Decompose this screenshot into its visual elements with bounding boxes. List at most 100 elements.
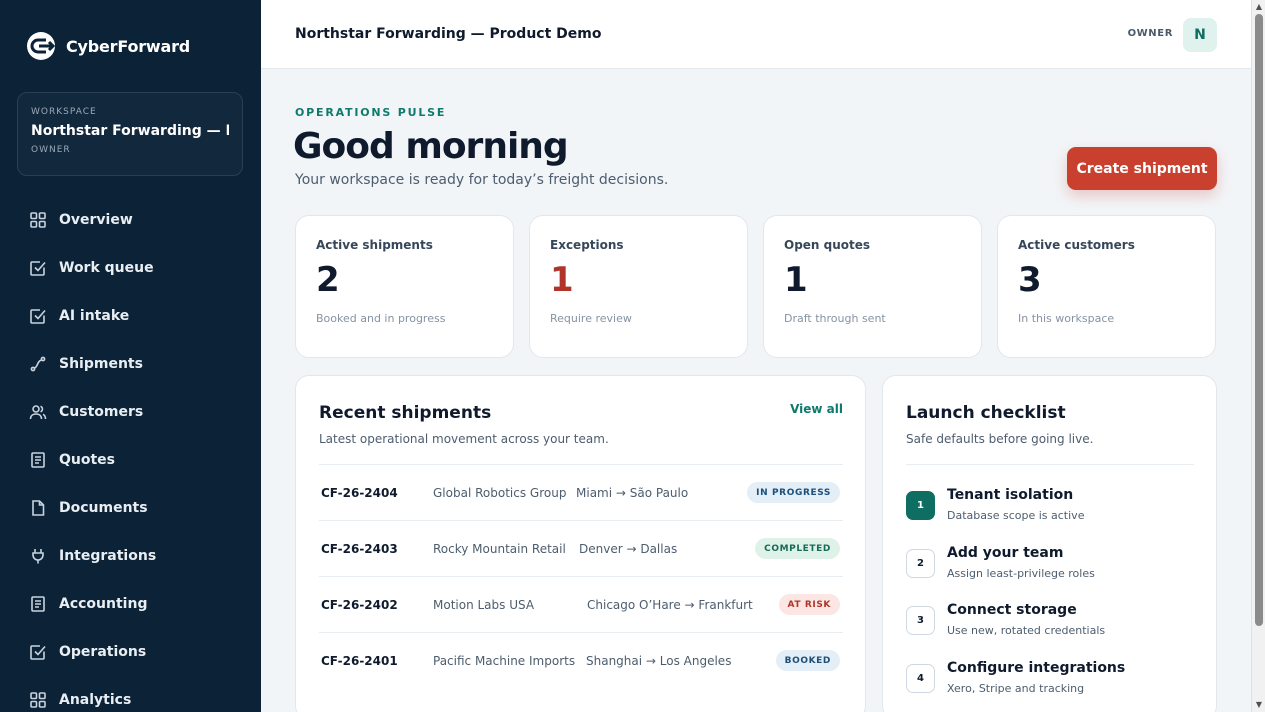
scroll-down-arrow-icon[interactable]: ▼ xyxy=(1254,700,1264,710)
step-number: 2 xyxy=(906,549,935,578)
recent-shipments-card: Recent shipments Latest operational move… xyxy=(295,375,866,712)
status-badge: IN PROGRESS xyxy=(747,482,840,503)
step-number: 1 xyxy=(906,491,935,520)
plug-icon xyxy=(29,547,47,565)
sidebar-item-label: Customers xyxy=(59,404,144,420)
status-badge: AT RISK xyxy=(778,594,840,615)
sidebar-item-analytics[interactable]: Analytics xyxy=(0,676,261,712)
sidebar-item-documents[interactable]: Documents xyxy=(0,484,261,532)
role-label: OWNER xyxy=(1127,28,1173,39)
scrollbar[interactable]: ▲ ▼ xyxy=(1251,0,1265,712)
route-icon xyxy=(29,355,47,373)
shipment-route: Denver → Dallas xyxy=(579,542,678,556)
shipment-customer: Global Robotics Group xyxy=(433,486,567,500)
stat-note: Require review xyxy=(550,312,632,325)
table-row[interactable]: CF-26-2403 Rocky Mountain Retail Denver … xyxy=(319,520,843,576)
sidebar-item-shipments[interactable]: Shipments xyxy=(0,340,261,388)
grid-icon xyxy=(29,211,47,229)
section-kicker: OPERATIONS PULSE xyxy=(295,106,447,119)
document-list-icon xyxy=(29,595,47,613)
sidebar-item-label: Quotes xyxy=(59,452,116,468)
table-row[interactable]: CF-26-2402 Motion Labs USA Chicago O’Har… xyxy=(319,576,843,632)
sidebar-item-label: Documents xyxy=(59,500,148,516)
shipment-id[interactable]: CF-26-2401 xyxy=(321,654,398,668)
document-list-icon xyxy=(29,451,47,469)
sidebar-item-overview[interactable]: Overview xyxy=(0,196,261,244)
scrollbar-thumb[interactable] xyxy=(1255,14,1263,626)
table-row[interactable]: CF-26-2404 Global Robotics Group Miami →… xyxy=(319,464,843,520)
stat-value: 3 xyxy=(1018,260,1042,300)
sidebar-item-ai-intake[interactable]: AI intake xyxy=(0,292,261,340)
cyberforward-logo-icon xyxy=(27,32,56,60)
sidebar-item-work-queue[interactable]: Work queue xyxy=(0,244,261,292)
checklist-desc: Use new, rotated credentials xyxy=(947,624,1106,637)
checklist-item-connect-storage[interactable]: 3 Connect storage Use new, rotated crede… xyxy=(906,602,1196,652)
create-shipment-button[interactable]: Create shipment xyxy=(1067,147,1217,190)
shipment-id[interactable]: CF-26-2402 xyxy=(321,598,398,612)
scroll-up-arrow-icon[interactable]: ▲ xyxy=(1254,2,1264,12)
workspace-role: OWNER xyxy=(31,145,71,155)
sidebar-item-label: Accounting xyxy=(59,596,148,612)
greeting-heading: Good morning xyxy=(293,126,569,167)
launch-checklist-card: Launch checklist Safe defaults before go… xyxy=(882,375,1217,712)
stat-label: Active customers xyxy=(1018,238,1135,252)
sidebar-item-accounting[interactable]: Accounting xyxy=(0,580,261,628)
checklist-desc: Assign least-privilege roles xyxy=(947,567,1095,580)
workspace-kicker: WORKSPACE xyxy=(31,107,97,117)
workspace-switcher[interactable]: WORKSPACE Northstar Forwarding — P... OW… xyxy=(17,92,243,176)
sidebar-item-operations[interactable]: Operations xyxy=(0,628,261,676)
checkbox-icon xyxy=(29,643,47,661)
shipment-id[interactable]: CF-26-2403 xyxy=(321,542,398,556)
shipment-route: Chicago O’Hare → Frankfurt xyxy=(587,598,753,612)
brand[interactable]: CyberForward xyxy=(26,30,190,62)
table-row[interactable]: CF-26-2401 Pacific Machine Imports Shang… xyxy=(319,632,843,688)
sidebar-item-label: Overview xyxy=(59,212,133,228)
checklist-item-add-team[interactable]: 2 Add your team Assign least-privilege r… xyxy=(906,545,1196,595)
checklist-title: Add your team xyxy=(947,545,1064,561)
card-title: Recent shipments xyxy=(319,403,492,423)
top-bar: Northstar Forwarding — Product Demo OWNE… xyxy=(261,0,1251,69)
checkbox-icon xyxy=(29,259,47,277)
shipment-route: Miami → São Paulo xyxy=(576,486,689,500)
brand-name: CyberForward xyxy=(66,36,191,56)
checklist-title: Tenant isolation xyxy=(947,487,1074,503)
checklist-item-tenant-isolation[interactable]: 1 Tenant isolation Database scope is act… xyxy=(906,487,1196,537)
stat-note: Booked and in progress xyxy=(316,312,446,325)
step-number: 4 xyxy=(906,664,935,693)
step-number: 3 xyxy=(906,606,935,635)
sidebar-nav: Overview Work queue AI intake Shipments … xyxy=(0,196,261,712)
checklist-item-configure-integrations[interactable]: 4 Configure integrations Xero, Stripe an… xyxy=(906,660,1196,710)
file-icon xyxy=(29,499,47,517)
stat-value: 1 xyxy=(784,260,808,300)
card-subtitle: Latest operational movement across your … xyxy=(319,432,609,446)
shipment-route: Shanghai → Los Angeles xyxy=(586,654,732,668)
stat-card-open-quotes: Open quotes 1 Draft through sent xyxy=(763,215,982,358)
checkbox-icon xyxy=(29,307,47,325)
sidebar-item-quotes[interactable]: Quotes xyxy=(0,436,261,484)
sidebar-item-label: Integrations xyxy=(59,548,157,564)
page-title: Northstar Forwarding — Product Demo xyxy=(295,26,602,42)
card-subtitle: Safe defaults before going live. xyxy=(906,432,1094,446)
sidebar-item-label: Work queue xyxy=(59,260,154,276)
sidebar-item-integrations[interactable]: Integrations xyxy=(0,532,261,580)
stat-value: 1 xyxy=(550,260,574,300)
greeting-subtitle: Your workspace is ready for today’s frei… xyxy=(295,172,669,188)
shipments-list: CF-26-2404 Global Robotics Group Miami →… xyxy=(319,464,843,688)
stat-value: 2 xyxy=(316,260,340,300)
stat-card-active-shipments: Active shipments 2 Booked and in progres… xyxy=(295,215,514,358)
sidebar-item-customers[interactable]: Customers xyxy=(0,388,261,436)
stat-note: Draft through sent xyxy=(784,312,886,325)
sidebar-item-label: Analytics xyxy=(59,692,132,708)
sidebar-item-label: Operations xyxy=(59,644,147,660)
stat-note: In this workspace xyxy=(1018,312,1115,325)
avatar[interactable]: N xyxy=(1183,18,1217,52)
checklist-desc: Database scope is active xyxy=(947,509,1085,522)
checklist-title: Connect storage xyxy=(947,602,1077,618)
sidebar-item-label: AI intake xyxy=(59,308,130,324)
stat-card-exceptions: Exceptions 1 Require review xyxy=(529,215,748,358)
view-all-link[interactable]: View all xyxy=(790,402,843,416)
stat-label: Exceptions xyxy=(550,238,624,252)
shipment-id[interactable]: CF-26-2404 xyxy=(321,486,398,500)
shipment-customer: Rocky Mountain Retail xyxy=(433,542,566,556)
checklist-desc: Xero, Stripe and tracking xyxy=(947,682,1085,695)
